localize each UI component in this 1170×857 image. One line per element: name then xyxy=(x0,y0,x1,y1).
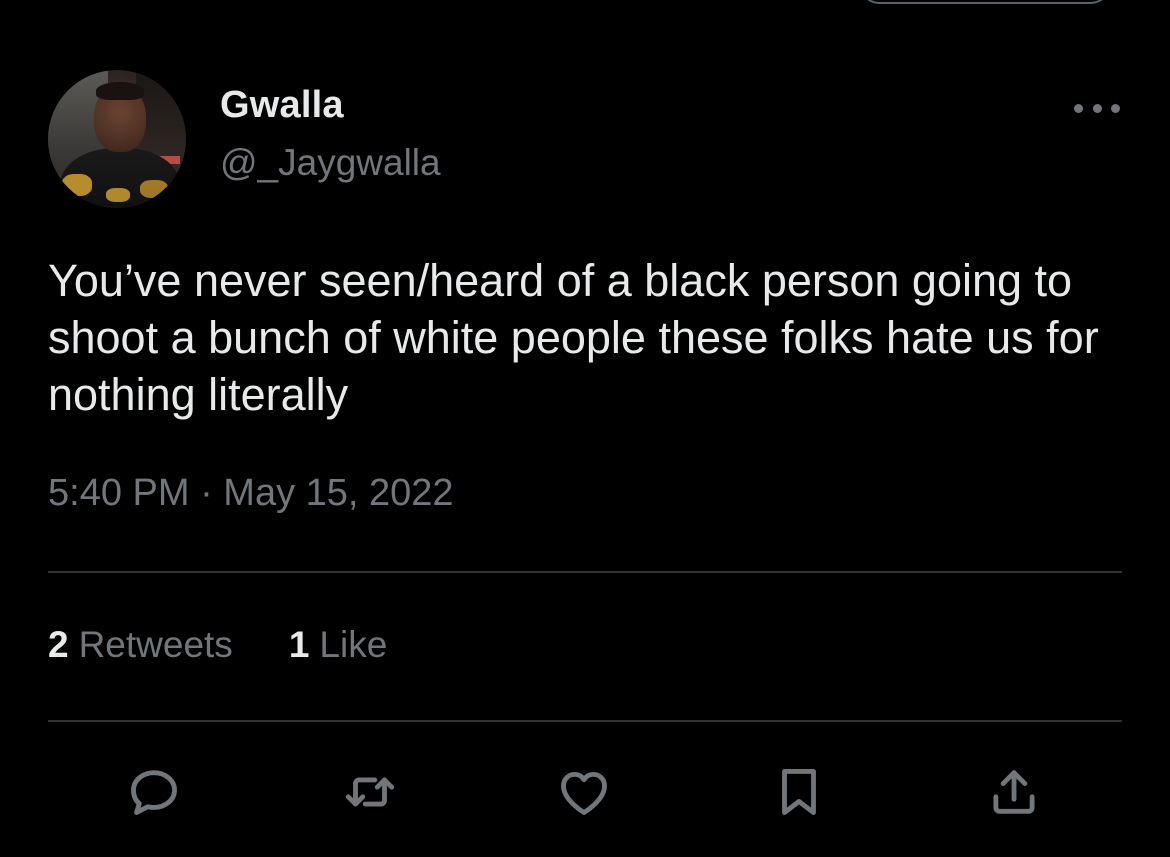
retweet-icon xyxy=(345,777,395,807)
more-icon xyxy=(1074,103,1083,113)
tweet-timestamp[interactable]: 5:40 PM · May 15, 2022 xyxy=(48,472,454,515)
retweets-stat[interactable]: 2 Retweets xyxy=(48,624,233,666)
avatar-jacket-pattern xyxy=(106,188,130,202)
retweet-button[interactable] xyxy=(340,762,400,822)
top-pill-button[interactable] xyxy=(858,0,1112,4)
retweets-count: 2 xyxy=(48,624,69,665)
like-button[interactable] xyxy=(554,762,614,822)
avatar[interactable] xyxy=(48,70,186,208)
bookmark-button[interactable] xyxy=(769,762,829,822)
likes-stat[interactable]: 1 Like xyxy=(289,624,387,666)
avatar-jacket-pattern xyxy=(140,180,168,198)
share-icon xyxy=(993,770,1035,814)
bookmark-icon xyxy=(782,769,816,815)
more-icon xyxy=(1111,103,1120,113)
reply-button[interactable] xyxy=(124,762,184,822)
reply-icon xyxy=(131,770,177,815)
share-button[interactable] xyxy=(984,762,1044,822)
tweet-text: You’ve never seen/heard of a black perso… xyxy=(48,255,1099,420)
divider xyxy=(48,720,1122,722)
more-icon xyxy=(1092,103,1102,113)
avatar-jacket-pattern xyxy=(62,174,92,196)
tweet-stats: 2 Retweets 1 Like xyxy=(48,624,387,666)
heart-icon xyxy=(561,771,607,815)
retweets-label: Retweets xyxy=(78,624,233,665)
likes-label: Like xyxy=(319,624,388,665)
likes-count: 1 xyxy=(288,624,310,665)
more-options-button[interactable] xyxy=(1072,96,1122,120)
divider xyxy=(48,571,1122,573)
author-display-name[interactable]: Gwalla xyxy=(220,84,344,127)
author-handle[interactable]: @_Jaygwalla xyxy=(220,142,441,184)
avatar-hair xyxy=(96,82,144,100)
